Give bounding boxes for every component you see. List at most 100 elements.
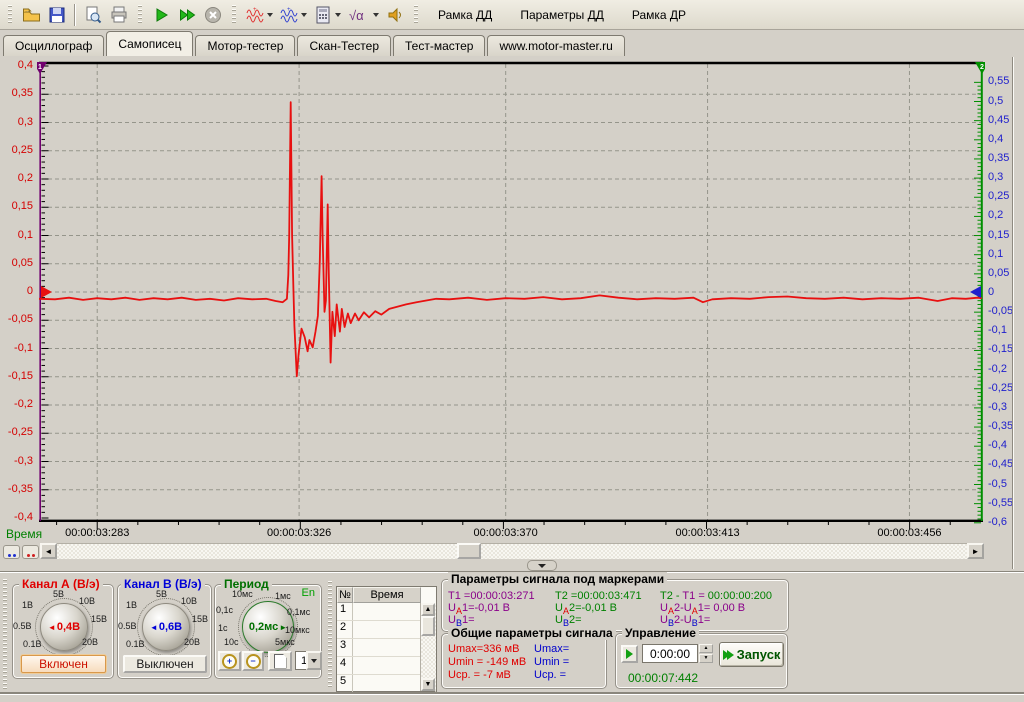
toolbar-grip[interactable] [8, 5, 12, 25]
channel-a-knob[interactable]: ◄ 0,4В [40, 603, 88, 651]
scroll-left-button[interactable]: ◄ [40, 543, 57, 559]
time-tick-label: 00:00:03:326 [267, 527, 331, 539]
timer-input[interactable]: 0:00:00 [642, 644, 698, 663]
save-icon [48, 6, 66, 24]
dropdown-arrow-icon [335, 13, 341, 20]
spin-down-button[interactable]: ▼ [699, 654, 713, 663]
zoom-in-button[interactable]: + [218, 651, 241, 671]
panel-grip[interactable] [328, 581, 332, 689]
double-play-icon [723, 650, 734, 660]
knob-scale-label: 20В [82, 637, 98, 647]
knob-scale-label: 10с [224, 637, 239, 647]
menu-ramka-dr[interactable]: Рамка ДР [618, 8, 700, 22]
marker-param-value: T1 =00:00:03:271 [448, 590, 535, 602]
control-play-button[interactable] [621, 645, 638, 663]
calculator-menu-button[interactable] [310, 3, 344, 27]
right-axis-label: 0,3 [988, 171, 1003, 183]
table-cell-num: 5 [337, 675, 353, 692]
table-scroll-thumb[interactable] [421, 616, 435, 636]
marker-params-title: Параметры сигнала под маркерами [448, 572, 667, 586]
right-axis-label: -0,1 [988, 324, 1007, 336]
stop-button[interactable] [200, 3, 226, 27]
start-button[interactable]: Запуск [719, 642, 784, 667]
table-scroll-up-button[interactable]: ▲ [421, 603, 435, 616]
left-axis-label: 0,05 [12, 257, 33, 269]
signal-trace [39, 102, 982, 376]
right-axis-label: -0,4 [988, 439, 1007, 451]
channel-a-state-button[interactable]: Включен [21, 655, 106, 673]
left-axis-label: -0,15 [8, 370, 33, 382]
toolbar-grip[interactable] [232, 5, 236, 25]
formula-icon: √α [348, 6, 370, 24]
left-axis-label: 0 [27, 285, 33, 297]
right-axis-label: -0,6 [988, 516, 1007, 528]
tab-motor-tester[interactable]: Мотор-тестер [195, 35, 295, 56]
left-axis-label: -0,4 [14, 511, 33, 523]
toolbar-grip[interactable] [138, 5, 142, 25]
toolbar-grip[interactable] [414, 5, 418, 25]
play-icon [152, 6, 170, 24]
fast-forward-button[interactable] [174, 3, 200, 27]
events-table: № Время 12345 ▲ ▼ [336, 586, 437, 692]
sound-button[interactable] [382, 3, 408, 27]
open-button[interactable] [18, 3, 44, 27]
marker-red-dots-button[interactable] [22, 545, 39, 559]
scrollbar-track[interactable] [57, 543, 967, 559]
channel-b-knob[interactable]: ◄ 0,6В [142, 603, 190, 651]
marker-2-label: 2 [980, 64, 984, 71]
menu-params-dd[interactable]: Параметры ДД [506, 8, 618, 22]
spin-up-button[interactable]: ▲ [699, 644, 713, 653]
right-axis-label: 0,5 [988, 95, 1003, 107]
signal-a-menu-button[interactable]: + [242, 3, 276, 27]
print-button[interactable] [106, 3, 132, 27]
calculator-icon [314, 6, 332, 24]
save-button[interactable] [44, 3, 70, 27]
umax-b: Umax= [534, 643, 569, 655]
channel-b-group: Канал В (В/э) ◄ 0,6В 5В10В15В20В0.1В0.5В… [117, 584, 212, 679]
left-axis-label: 0,4 [18, 59, 33, 71]
collapse-panel-button[interactable] [527, 560, 557, 571]
chevron-down-icon [311, 659, 317, 666]
table-scroll-down-button[interactable]: ▼ [421, 678, 435, 691]
panel-grip[interactable] [3, 579, 7, 689]
play-button[interactable] [148, 3, 174, 27]
table-scrollbar[interactable]: ▲ ▼ [420, 603, 436, 691]
right-axis-label: 0,05 [988, 267, 1009, 279]
plot-svg: 12 [37, 61, 985, 531]
print-preview-button[interactable] [80, 3, 106, 27]
scrollbar-thumb[interactable] [457, 543, 481, 559]
table-cell-num: 4 [337, 657, 353, 674]
left-axis-label: 0,15 [12, 200, 33, 212]
right-axis-label: -0,55 [988, 497, 1013, 509]
knob-scale-label: 5В [156, 589, 167, 599]
marker-blue-dots-button[interactable] [3, 545, 20, 559]
tab-recorder[interactable]: Самописец [106, 31, 193, 56]
channel-b-state-button[interactable]: Выключен [123, 655, 207, 673]
period-en-label: En [302, 587, 315, 599]
scroll-right-button[interactable]: ► [967, 543, 984, 559]
zoom-in-icon: + [222, 654, 237, 669]
signal-b-menu-button[interactable]: + [276, 3, 310, 27]
tab-website[interactable]: www.motor-master.ru [487, 35, 624, 56]
knob-scale-label: 1мс [275, 591, 291, 601]
tab-scan-tester[interactable]: Скан-Тестер [297, 35, 391, 56]
zoom-out-button[interactable]: − [242, 651, 264, 671]
blue-signal-icon: + [280, 6, 298, 24]
toolbar-separator [74, 4, 76, 26]
zoom-ratio-dropdown-button[interactable] [306, 651, 322, 670]
tab-oscillograph[interactable]: Осциллограф [3, 35, 104, 56]
table-cell-num: 3 [337, 639, 353, 656]
menu-ramka-dd[interactable]: Рамка ДД [424, 8, 506, 22]
knob-scale-label: 5мкс [275, 637, 295, 647]
right-axis-label: -0,35 [988, 420, 1013, 432]
status-bar [0, 694, 1024, 702]
tab-test-master[interactable]: Тест-мастер [393, 35, 485, 56]
play-icon [626, 649, 633, 659]
time-tick-label: 00:00:03:413 [675, 527, 739, 539]
new-page-button[interactable] [268, 651, 292, 671]
left-axis-labels: 0,40,350,30,250,20,150,10,050-0,05-0,1-0… [0, 61, 34, 531]
start-button-label: Запуск [737, 647, 781, 662]
control-group: Управление 0:00:00 ▲ ▼ Запуск 00:00:07:4… [615, 633, 788, 689]
formula-menu-button[interactable]: √α [344, 3, 382, 27]
right-axis-label: 0,35 [988, 152, 1009, 164]
